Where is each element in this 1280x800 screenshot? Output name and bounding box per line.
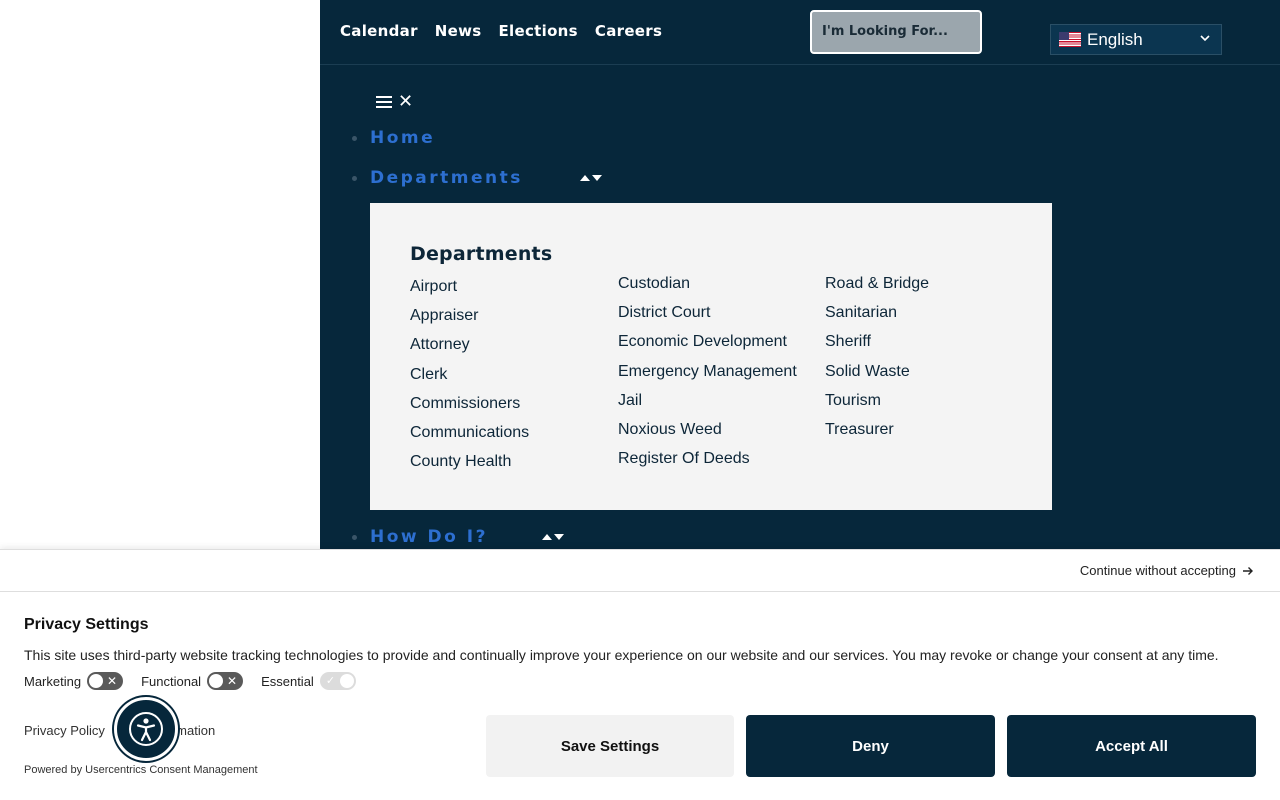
accessibility-button[interactable]: [114, 697, 178, 761]
usercentrics-link[interactable]: Usercentrics Consent Management: [85, 764, 257, 776]
dept-link[interactable]: Solid Waste: [825, 361, 929, 390]
search-input[interactable]: I'm Looking For...: [810, 10, 982, 54]
dept-link[interactable]: Sanitarian: [825, 302, 929, 331]
arrow-right-icon: [1243, 566, 1253, 575]
dept-link[interactable]: Custodian: [618, 273, 797, 302]
dept-link[interactable]: Appraiser: [410, 305, 529, 334]
dept-link[interactable]: Emergency Management: [618, 361, 797, 390]
toggle-group-functional: Functional ✕: [141, 672, 244, 690]
dept-link[interactable]: Tourism: [825, 390, 929, 419]
departments-dropdown: Departments Airport Appraiser Attorney C…: [370, 203, 1052, 510]
expand-collapse-icon[interactable]: [579, 175, 602, 181]
language-select[interactable]: English: [1050, 24, 1222, 55]
dept-link[interactable]: Commissioners: [410, 393, 529, 422]
nav-item-label: How Do I?: [370, 527, 488, 547]
consent-top-bar: Continue without accepting: [0, 550, 1280, 592]
consent-banner: Continue without accepting Privacy Setti…: [0, 549, 1280, 800]
dept-link[interactable]: Sheriff: [825, 331, 929, 360]
nav-item-home[interactable]: Home: [352, 128, 435, 148]
dept-link[interactable]: Airport: [410, 276, 529, 305]
page: Calendar News Elections Careers I'm Look…: [0, 0, 1280, 800]
dept-link[interactable]: Register Of Deeds: [618, 448, 797, 477]
top-link-careers[interactable]: Careers: [595, 22, 662, 40]
toggle-label: Marketing: [24, 673, 82, 689]
dept-link[interactable]: Communications: [410, 422, 529, 451]
accessibility-icon: [129, 712, 163, 746]
dept-link[interactable]: Jail: [618, 390, 797, 419]
privacy-description: This site uses third-party website track…: [24, 647, 1219, 663]
top-links: Calendar News Elections Careers: [340, 22, 662, 40]
toggle-group-essential: Essential ✓: [261, 672, 356, 690]
dept-link[interactable]: Treasurer: [825, 419, 929, 448]
departments-column-2: Custodian District Court Economic Develo…: [618, 273, 797, 477]
top-bar: Calendar News Elections Careers I'm Look…: [320, 0, 1280, 65]
top-link-elections[interactable]: Elections: [499, 22, 578, 40]
bullet-icon: [352, 135, 357, 141]
toggle-group-marketing: Marketing ✕: [24, 672, 124, 690]
privacy-settings-title: Privacy Settings: [24, 616, 149, 633]
close-icon[interactable]: ✕: [398, 93, 413, 111]
toggle-label: Essential: [261, 673, 314, 689]
nav-item-departments[interactable]: Departments: [352, 168, 602, 188]
powered-by-label: Powered by: [24, 764, 83, 776]
dept-link[interactable]: Attorney: [410, 334, 529, 363]
nav-item-label: Home: [370, 128, 436, 148]
language-label: English: [1087, 29, 1143, 49]
departments-column-3: Road & Bridge Sanitarian Sheriff Solid W…: [825, 273, 929, 448]
dept-link[interactable]: Clerk: [410, 364, 529, 393]
save-settings-button[interactable]: Save Settings: [486, 715, 734, 777]
deny-button[interactable]: Deny: [746, 715, 995, 777]
chevron-down-icon: [1199, 31, 1211, 47]
powered-by: Powered by Usercentrics Consent Manageme…: [24, 764, 258, 776]
toggle-label: Functional: [141, 673, 202, 689]
top-link-calendar[interactable]: Calendar: [340, 22, 418, 40]
functional-toggle[interactable]: ✕: [207, 672, 244, 690]
nav-item-how-do-i[interactable]: How Do I?: [352, 527, 564, 547]
dept-link[interactable]: Noxious Weed: [618, 419, 797, 448]
bullet-icon: [352, 534, 357, 540]
marketing-toggle[interactable]: ✕: [87, 672, 124, 690]
top-link-news[interactable]: News: [435, 22, 482, 40]
continue-without-accepting-link[interactable]: Continue without accepting: [1080, 563, 1254, 578]
privacy-policy-link[interactable]: Privacy Policy: [24, 723, 105, 738]
departments-column-1: Airport Appraiser Attorney Clerk Commiss…: [410, 276, 529, 480]
departments-heading: Departments: [410, 243, 553, 265]
menu-toggle-button[interactable]: ✕: [376, 93, 413, 111]
continue-label: Continue without accepting: [1079, 563, 1236, 578]
expand-collapse-icon[interactable]: [541, 534, 564, 540]
dept-link[interactable]: Road & Bridge: [825, 273, 929, 302]
bullet-icon: [352, 175, 357, 181]
consent-toggles: Marketing ✕ Functional ✕ Essential ✓: [24, 672, 356, 690]
essential-toggle: ✓: [319, 672, 356, 690]
accept-all-button[interactable]: Accept All: [1007, 715, 1256, 777]
dept-link[interactable]: County Health: [410, 451, 529, 480]
dept-link[interactable]: Economic Development: [618, 331, 797, 360]
dept-link[interactable]: District Court: [618, 302, 797, 331]
us-flag-icon: [1059, 32, 1081, 47]
nav-item-label: Departments: [370, 168, 523, 188]
hamburger-icon: [376, 96, 392, 108]
